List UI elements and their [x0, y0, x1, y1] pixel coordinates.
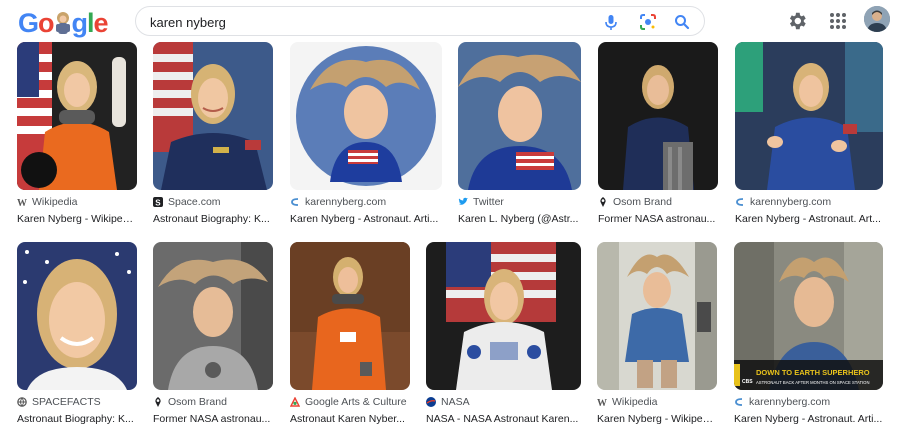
- result-source[interactable]: Osom Brand: [153, 396, 227, 408]
- result-source-name: Wikipedia: [612, 396, 658, 408]
- account-avatar[interactable]: [864, 6, 890, 32]
- result-thumbnail[interactable]: [458, 42, 581, 190]
- search-input[interactable]: [150, 13, 590, 31]
- result-thumbnail[interactable]: [735, 42, 883, 190]
- result-thumbnail[interactable]: [17, 42, 137, 190]
- result-thumbnail[interactable]: [290, 42, 442, 190]
- overlay-subline: ASTRONAUT BACK AFTER MONTHS ON SPACE STA…: [756, 380, 869, 385]
- result-title[interactable]: Karen Nyberg - Astronaut. Arti...: [734, 413, 883, 425]
- svg-text:W: W: [17, 198, 27, 207]
- result-source-name: NASA: [441, 396, 470, 408]
- image-result-card[interactable]: SPACEFACTS Astronaut Biography: K...: [17, 242, 137, 432]
- spacefacts-icon: [17, 397, 27, 407]
- logo-letter: G: [18, 7, 39, 38]
- overlay-channel: CBS: [742, 379, 753, 385]
- osom-brand-icon: [153, 397, 163, 407]
- result-source-name: Google Arts & Culture: [305, 396, 407, 408]
- result-source-name: SPACEFACTS: [32, 396, 101, 408]
- image-result-card[interactable]: karennyberg.com Karen Nyberg - Astronaut…: [290, 42, 442, 232]
- nasa-icon: [426, 397, 436, 407]
- result-title[interactable]: Astronaut Biography: K...: [17, 413, 137, 425]
- wikipedia-icon: W: [17, 197, 27, 209]
- result-title[interactable]: Karen L. Nyberg (@Astr...: [458, 213, 581, 225]
- twitter-icon: [458, 197, 468, 207]
- result-source-name: Osom Brand: [168, 396, 227, 408]
- karennyberg-icon: [735, 197, 745, 207]
- result-source[interactable]: karennyberg.com: [735, 196, 831, 208]
- logo-letter: g: [71, 7, 88, 38]
- apps-grid-icon[interactable]: [827, 10, 849, 32]
- svg-text:S: S: [155, 198, 161, 207]
- image-result-card[interactable]: Google Arts & Culture Astronaut Karen Ny…: [289, 242, 410, 432]
- result-source[interactable]: W Wikipedia: [597, 396, 658, 409]
- osom-brand-icon: [598, 197, 608, 207]
- result-title[interactable]: Former NASA astronau...: [598, 213, 718, 225]
- result-source-name: karennyberg.com: [749, 396, 831, 408]
- gear-icon[interactable]: [786, 10, 808, 32]
- result-title[interactable]: NASA - NASA Astronaut Karen...: [426, 413, 581, 425]
- result-title[interactable]: Astronaut Karen Nyber...: [290, 413, 410, 425]
- result-source[interactable]: S Space.com: [153, 196, 221, 208]
- karennyberg-icon: [734, 397, 744, 407]
- image-result-card[interactable]: W Wikipedia Karen Nyberg - Wikiped...: [597, 242, 717, 432]
- mic-icon[interactable]: [601, 12, 621, 32]
- result-thumbnail[interactable]: [598, 42, 718, 190]
- result-thumbnail[interactable]: [597, 242, 717, 390]
- camera-lens-icon[interactable]: [638, 12, 658, 32]
- karennyberg-icon: [290, 197, 300, 207]
- search-icon[interactable]: [672, 12, 692, 32]
- result-thumbnail[interactable]: DOWN TO EARTH SUPERHERO ASTRONAUT BACK A…: [734, 242, 883, 390]
- result-thumbnail[interactable]: [290, 242, 410, 390]
- wikipedia-icon: W: [597, 397, 607, 409]
- image-result-card[interactable]: S Space.com Astronaut Biography: K...: [153, 42, 273, 232]
- header: G o g l e: [0, 0, 900, 42]
- logo-letter: e: [93, 7, 109, 38]
- result-source-name: karennyberg.com: [750, 196, 832, 208]
- svg-text:W: W: [597, 398, 607, 407]
- result-thumbnail[interactable]: [153, 42, 273, 190]
- result-thumbnail[interactable]: [426, 242, 581, 390]
- overlay-headline: DOWN TO EARTH SUPERHERO: [756, 368, 870, 377]
- image-result-card[interactable]: karennyberg.com Karen Nyberg - Astronaut…: [735, 42, 883, 232]
- image-result-card[interactable]: Osom Brand Former NASA astronau...: [598, 42, 718, 232]
- result-title[interactable]: Karen Nyberg - Wikiped...: [597, 413, 717, 425]
- google-arts-icon: [289, 396, 301, 407]
- result-thumbnail[interactable]: [153, 242, 273, 390]
- result-source-name: Wikipedia: [32, 196, 78, 208]
- result-title[interactable]: Karen Nyberg - Wikiped...: [17, 213, 137, 225]
- result-title[interactable]: Karen Nyberg - Astronaut. Arti...: [290, 213, 442, 225]
- result-title[interactable]: Former NASA astronau...: [153, 413, 273, 425]
- google-doodle-logo[interactable]: G o g l e: [18, 7, 109, 38]
- result-source[interactable]: NASA: [426, 396, 470, 408]
- image-result-card[interactable]: DOWN TO EARTH SUPERHERO ASTRONAUT BACK A…: [734, 242, 883, 432]
- result-source-name: Space.com: [168, 196, 221, 208]
- result-source-name: Twitter: [473, 196, 504, 208]
- image-result-card[interactable]: W Wikipedia Karen Nyberg - Wikiped...: [17, 42, 137, 232]
- space-com-icon: S: [153, 197, 163, 207]
- logo-letter: o: [38, 7, 54, 38]
- result-source-name: karennyberg.com: [305, 196, 387, 208]
- image-result-card[interactable]: NASA NASA - NASA Astronaut Karen...: [426, 242, 581, 432]
- result-source[interactable]: W Wikipedia: [17, 196, 78, 209]
- image-result-card[interactable]: Osom Brand Former NASA astronau...: [153, 242, 273, 432]
- result-source[interactable]: Osom Brand: [598, 196, 672, 208]
- doodle-astronaut-icon: [53, 9, 73, 37]
- result-source[interactable]: karennyberg.com: [734, 396, 830, 408]
- result-title[interactable]: Astronaut Biography: K...: [153, 213, 273, 225]
- result-source[interactable]: karennyberg.com: [290, 196, 386, 208]
- result-source-name: Osom Brand: [613, 196, 672, 208]
- search-bar[interactable]: [135, 6, 705, 36]
- image-result-card[interactable]: Twitter Karen L. Nyberg (@Astr...: [458, 42, 581, 232]
- result-source[interactable]: Google Arts & Culture: [289, 396, 407, 408]
- result-source[interactable]: SPACEFACTS: [17, 396, 101, 408]
- result-thumbnail[interactable]: [17, 242, 137, 390]
- result-title[interactable]: Karen Nyberg - Astronaut. Art...: [735, 213, 883, 225]
- result-source[interactable]: Twitter: [458, 196, 504, 208]
